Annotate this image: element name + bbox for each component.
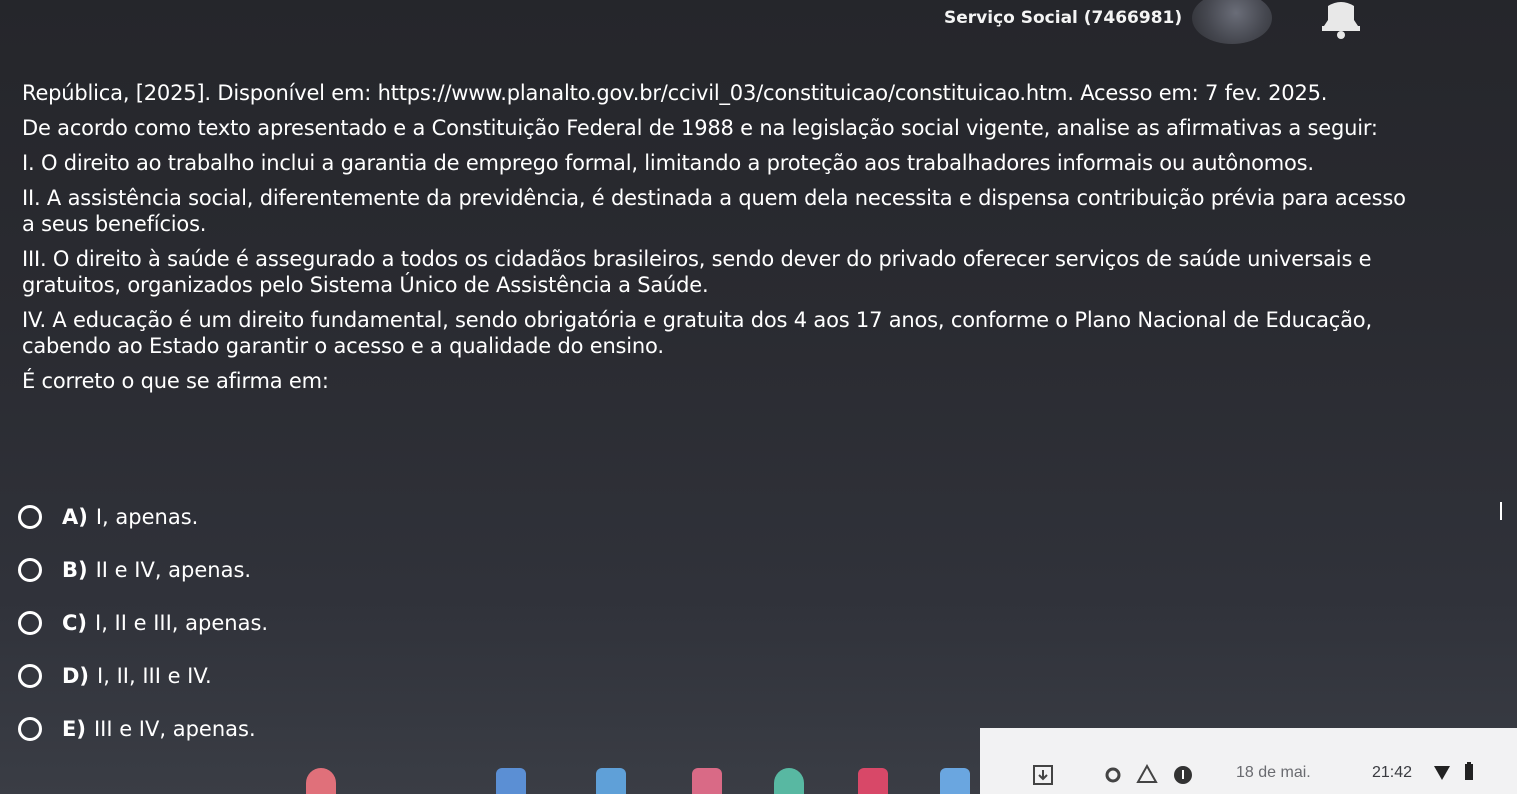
statement-3: III. O direito à saúde é assegurado a to… [22,247,1372,297]
option-b[interactable]: B) II e IV, apenas. [18,557,268,583]
info-icon[interactable] [1172,764,1194,786]
option-c[interactable]: C) I, II e III, apenas. [18,610,268,636]
taskbar: 18 de mai. 21:42 [0,728,1517,794]
question-content: República, [2025]. Disponível em: https:… [22,80,1422,403]
radio-button[interactable] [18,611,42,635]
option-text: I, apenas. [95,505,199,529]
statement-1: I. O direito ao trabalho inclui a garant… [22,151,1314,175]
radio-button[interactable] [18,664,42,688]
app-icon[interactable] [858,768,888,794]
statement-4: IV. A educação é um direito fundamental,… [22,308,1372,358]
avatar[interactable] [1192,0,1272,44]
option-a[interactable]: A) I, apenas. [18,504,268,530]
statement-2: II. A assistência social, diferentemente… [22,186,1406,236]
question-ask: É correto o que se afirma em: [22,369,329,393]
option-text: I, II, III e IV. [97,664,212,688]
system-tray [980,728,1517,794]
question-prompt: De acordo como texto apresentado e a Con… [22,116,1378,140]
app-icon[interactable] [940,768,970,794]
course-title[interactable]: Serviço Social (7466981) [944,8,1182,28]
app-icon[interactable] [774,768,804,794]
top-bar: Serviço Social (7466981) [0,0,1517,58]
reference-text: República, [2025]. Disponível em: https:… [22,81,1328,105]
option-d[interactable]: D) I, II, III e IV. [18,663,268,689]
radio-button[interactable] [18,505,42,529]
option-text: II e IV, apenas. [95,558,252,582]
app-icon[interactable] [496,768,526,794]
option-letter: C) [62,611,88,635]
scrollbar[interactable] [1500,502,1502,520]
date-display[interactable]: 18 de mai. [1236,764,1311,782]
settings-icon[interactable] [1104,766,1122,784]
app-icon[interactable] [306,768,336,794]
wifi-icon[interactable] [1434,766,1450,780]
clock-display[interactable]: 21:42 [1372,764,1412,782]
radio-button[interactable] [18,558,42,582]
option-letter: B) [62,558,88,582]
option-text: I, II e III, apenas. [95,611,269,635]
option-letter: A) [62,505,88,529]
battery-icon[interactable] [1465,762,1473,780]
app-icon[interactable] [692,768,722,794]
option-letter: D) [62,664,90,688]
bell-icon[interactable] [1318,0,1364,40]
warning-icon[interactable] [1136,764,1158,784]
download-icon[interactable] [1032,764,1054,786]
app-icon[interactable] [596,768,626,794]
